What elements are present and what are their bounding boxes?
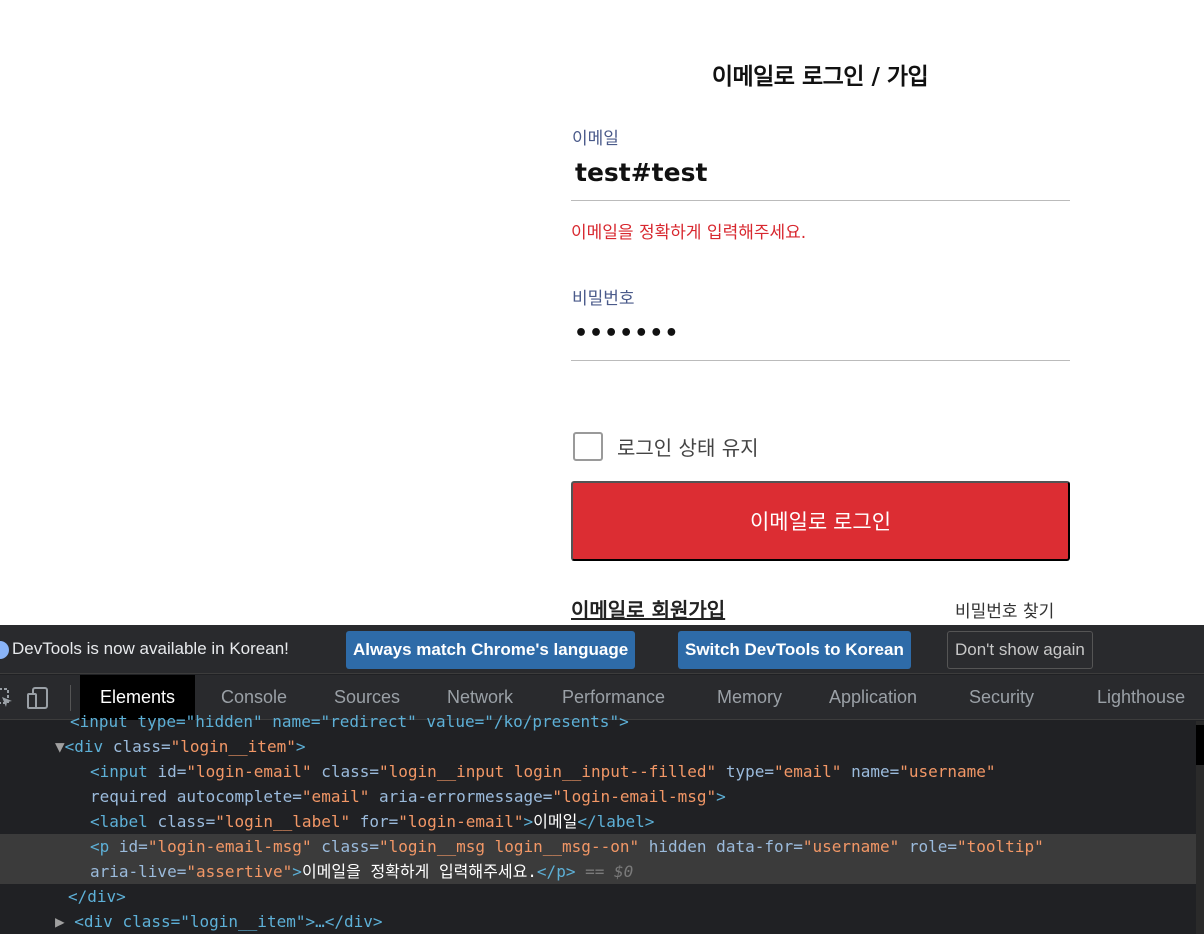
password-label: 비밀번호 bbox=[572, 289, 635, 309]
email-label: 이메일 bbox=[572, 129, 619, 149]
dom-node-line[interactable]: <input id="login-email" class="login__in… bbox=[0, 759, 1196, 784]
scrollbar-thumb[interactable] bbox=[1196, 725, 1204, 765]
device-toolbar-icon[interactable] bbox=[27, 687, 49, 709]
dom-node-line[interactable]: ▶ <div class="login__item">…</div> bbox=[0, 909, 1196, 934]
dom-node-line-selected[interactable]: <p id="login-email-msg" class="login__ms… bbox=[0, 834, 1196, 859]
toolbar-separator bbox=[70, 685, 71, 711]
dom-node-line[interactable]: <input type="hidden" name="redirect" val… bbox=[0, 709, 1196, 734]
keep-login-label[interactable]: 로그인 상태 유지 bbox=[617, 432, 759, 461]
inspect-element-icon[interactable] bbox=[0, 687, 14, 709]
dom-node-line[interactable]: </div> bbox=[0, 884, 1196, 909]
password-input[interactable]: ••••••• bbox=[574, 321, 679, 346]
info-icon bbox=[0, 641, 9, 659]
elements-scrollbar[interactable] bbox=[1196, 721, 1204, 934]
match-language-button[interactable]: Always match Chrome's language bbox=[346, 631, 636, 669]
dom-node-line-selected[interactable]: aria-live="assertive">이메일을 정확하게 입력해주세요.<… bbox=[0, 859, 1196, 884]
infobar-message: DevTools is now available in Korean! bbox=[12, 639, 289, 658]
dont-show-again-button[interactable]: Don't show again bbox=[947, 631, 1093, 669]
dom-node-line[interactable]: <label class="login__label" for="login-e… bbox=[0, 809, 1196, 834]
devtools-infobar: DevTools is now available in Korean! Alw… bbox=[0, 625, 1204, 674]
expand-triangle-icon[interactable]: ▼ bbox=[55, 737, 65, 756]
devtools-panel: DevTools is now available in Korean! Alw… bbox=[0, 625, 1204, 934]
page-title: 이메일로 로그인 / 가입 bbox=[711, 64, 929, 90]
collapse-triangle-icon[interactable]: ▶ bbox=[55, 912, 65, 931]
email-error-message: 이메일을 정확하게 입력해주세요. bbox=[571, 223, 807, 243]
password-underline bbox=[571, 360, 1070, 361]
login-page: 이메일로 로그인 / 가입 이메일 test#test 이메일을 정확하게 입력… bbox=[0, 0, 1204, 625]
find-password-link[interactable]: 비밀번호 찾기 bbox=[955, 597, 1054, 622]
keep-login-checkbox[interactable] bbox=[573, 432, 603, 461]
dom-node-line[interactable]: ▼<div class="login__item"> bbox=[0, 734, 1196, 759]
selected-node-marker: == $0 bbox=[585, 862, 634, 881]
dom-node-line[interactable]: required autocomplete="email" aria-error… bbox=[0, 784, 1196, 809]
email-login-button[interactable]: 이메일로 로그인 bbox=[571, 481, 1070, 561]
email-signup-link[interactable]: 이메일로 회원가입 bbox=[571, 594, 725, 623]
switch-korean-button[interactable]: Switch DevTools to Korean bbox=[678, 631, 911, 669]
email-input[interactable]: test#test bbox=[575, 158, 707, 187]
email-underline bbox=[571, 200, 1070, 201]
elements-tree[interactable]: <input type="hidden" name="redirect" val… bbox=[0, 712, 1204, 934]
